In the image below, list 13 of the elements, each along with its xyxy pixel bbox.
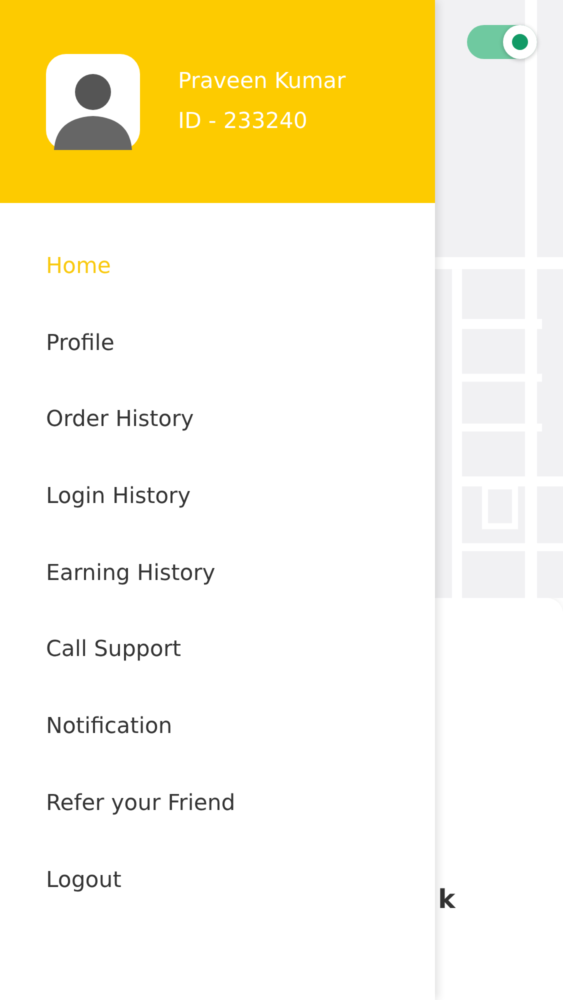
user-id: ID - 233240	[178, 108, 308, 136]
menu-item[interactable]: Logout	[46, 864, 236, 898]
menu-item[interactable]: Refer your Friend	[46, 786, 236, 821]
menu-item[interactable]: Order History	[46, 403, 236, 438]
menu-item[interactable]: Notification	[46, 710, 236, 744]
menu-item[interactable]: Earning History	[46, 556, 236, 591]
menu-item[interactable]: Login History	[46, 480, 236, 514]
menu-item[interactable]: Profile	[46, 326, 236, 361]
avatar-icon	[46, 54, 140, 150]
card-text: k	[438, 885, 456, 915]
menu-item[interactable]: Call Support	[46, 633, 236, 668]
user-name: Praveen Kumar	[178, 68, 346, 96]
toggle-switch[interactable]	[467, 25, 537, 59]
